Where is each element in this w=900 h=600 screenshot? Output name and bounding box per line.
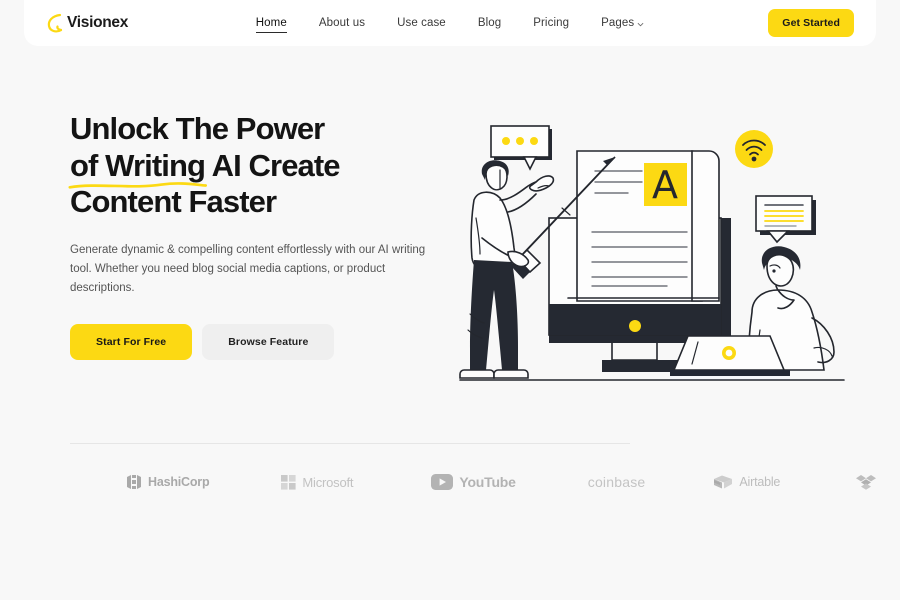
nav-link-label: Blog — [477, 17, 502, 29]
nav-link-label: Use case — [397, 17, 446, 29]
logo-hashicorp: HashiCorp — [126, 473, 210, 491]
logo-coinbase: coinbase — [588, 474, 646, 490]
hashicorp-icon — [126, 473, 142, 491]
partner-logos: HashiCorp Microsoft YouTube coinbase Air… — [70, 462, 900, 502]
nav-link-label: About us — [318, 17, 366, 29]
logo-microsoft: Microsoft — [281, 474, 354, 490]
hero-section: Unlock The Power of Writing AI Create Co… — [0, 56, 900, 416]
brand-logo[interactable]: Visionex — [46, 12, 128, 34]
nav-link-label: Pricing — [533, 17, 570, 29]
logo-youtube: YouTube — [431, 474, 516, 490]
microsoft-icon — [281, 474, 297, 490]
start-for-free-button[interactable]: Start For Free — [70, 323, 193, 360]
hero-copy: Unlock The Power of Writing AI Create Co… — [68, 111, 470, 360]
chevron-down-icon — [637, 19, 644, 26]
hero-buttons: Start For Free Browse Feature — [70, 323, 470, 360]
logo-airtable: Airtable — [713, 474, 780, 490]
airtable-icon — [713, 474, 733, 490]
logo-label: coinbase — [587, 474, 646, 490]
logo-label: Airtable — [739, 475, 781, 489]
svg-text:A: A — [652, 163, 678, 207]
get-started-button[interactable]: Get Started — [768, 9, 854, 37]
top-navbar: Visionex Home About us Use case Blog Pri… — [24, 0, 876, 46]
dropbox-icon — [856, 474, 877, 491]
nav-links: Home About us Use case Blog Pricing Page… — [24, 0, 876, 46]
headline-line-2: of Writing AI Create — [68, 147, 470, 189]
nav-link-use-case[interactable]: Use case — [397, 14, 446, 32]
hero-subtitle: Generate dynamic & compelling content ef… — [70, 243, 426, 294]
nav-link-label: Home — [255, 17, 287, 29]
headline-line-1: Unlock The Power — [70, 111, 325, 146]
nav-link-pricing[interactable]: Pricing — [533, 14, 569, 32]
youtube-icon — [431, 474, 454, 490]
nav-link-home[interactable]: Home — [255, 14, 287, 33]
headline-underlined-phrase: of Writing — [68, 147, 208, 189]
nav-link-pages[interactable]: Pages — [601, 14, 644, 32]
nav-link-about-us[interactable]: About us — [319, 14, 365, 32]
logo-dropbox — [856, 474, 882, 491]
landing-page: Visionex Home About us Use case Blog Pri… — [0, 0, 900, 600]
swoosh-icon — [46, 12, 64, 34]
nav-link-label: Pages — [601, 17, 635, 29]
page-title: Unlock The Power of Writing AI Create Co… — [68, 111, 470, 221]
ai-writing-illustration: .ln{fill:none;stroke:#24272e;stroke-widt… — [452, 108, 852, 398]
section-divider — [70, 443, 630, 444]
logo-label: Microsoft — [302, 474, 354, 490]
browse-feature-button[interactable]: Browse Feature — [202, 323, 335, 360]
logo-label: HashiCorp — [148, 475, 210, 489]
logo-label: YouTube — [459, 474, 516, 490]
headline-underlined-text: of Writing — [70, 147, 206, 183]
brand-name: Visionex — [67, 14, 129, 31]
nav-link-blog[interactable]: Blog — [478, 14, 501, 32]
headline-line-3: Content Faster — [70, 184, 277, 220]
